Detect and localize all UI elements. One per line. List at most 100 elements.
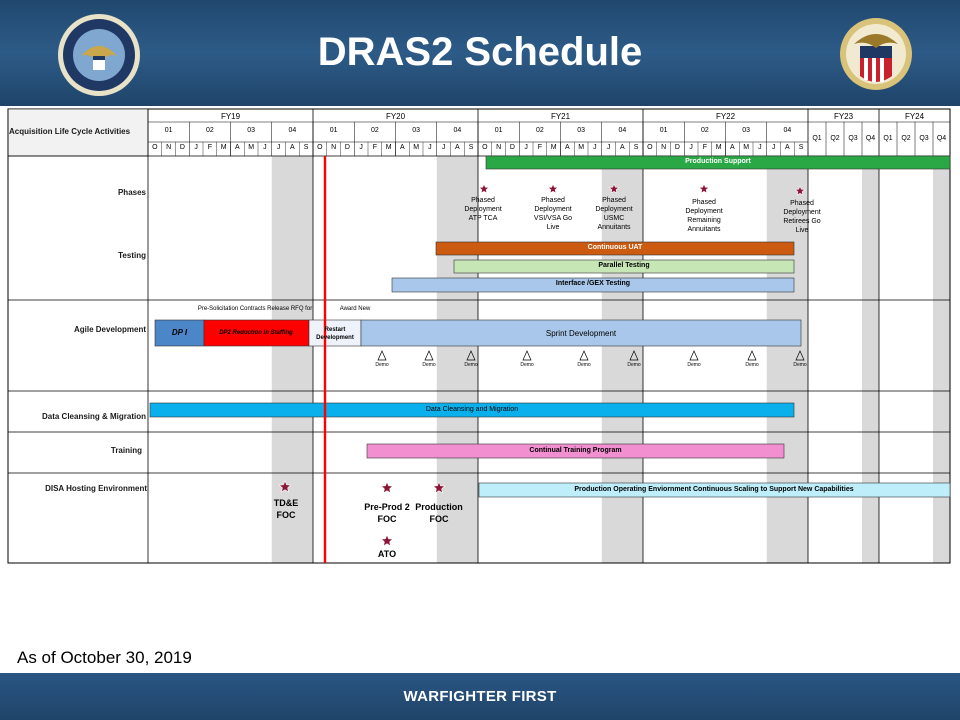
quarter-label: 04	[618, 127, 627, 134]
month-label: F	[537, 144, 543, 151]
month-label: J	[593, 144, 597, 151]
quarter-label: 03	[577, 127, 586, 134]
month-label: J	[689, 144, 693, 151]
milestone-ato: ATO	[377, 549, 397, 559]
row-label-data: Data Cleansing & Migration	[41, 412, 146, 421]
month-label: M	[248, 144, 255, 151]
quarter-label: 04	[783, 127, 792, 134]
month-label: D	[179, 144, 185, 151]
footer-tagline: WARFIGHTER FIRST	[403, 688, 557, 705]
demo-label: Demo	[627, 362, 641, 368]
month-label: A	[730, 144, 735, 151]
bar-label-parallel-testing: Parallel Testing	[598, 262, 650, 269]
quarter-label: 02	[205, 127, 214, 134]
quarter-label: 01	[494, 127, 503, 134]
month-label: M	[578, 144, 585, 151]
month-label: O	[647, 144, 653, 151]
quarter-summary-label: Q2	[901, 135, 911, 142]
bar-label-training: Continual Training Program	[529, 447, 622, 454]
quarter-label: 03	[742, 127, 751, 134]
quarter-summary-label: Q3	[848, 135, 858, 142]
demo-triangle-icon	[579, 350, 589, 361]
month-label: J	[263, 144, 267, 151]
month-label: O	[152, 144, 158, 151]
month-label: D	[674, 144, 680, 151]
quarter-summary-label: Q1	[883, 135, 893, 142]
row-label-phases: Phases	[117, 188, 146, 197]
quarter-label: 01	[329, 127, 338, 134]
fiscal-year-label: FY22	[715, 112, 736, 121]
milestone-production-foc: Production FOC	[415, 502, 463, 524]
quarter-label: 01	[659, 127, 668, 134]
fiscal-year-label: FY20	[385, 112, 406, 121]
month-label: J	[276, 144, 281, 151]
agile-award-note: Award New	[339, 306, 371, 312]
demo-triangle-icon	[522, 350, 532, 361]
quarter-summary-label: Q4	[936, 135, 947, 142]
fiscal-year-label: FY24	[904, 112, 925, 121]
bar-label-production-env: Production Operating Enviornment Continu…	[574, 486, 854, 493]
month-label: J	[428, 144, 432, 151]
month-label: S	[468, 144, 474, 151]
demo-label: Demo	[464, 362, 478, 368]
quarter-label: 02	[535, 127, 544, 134]
milestone-tde-foc: TD&E FOC	[273, 498, 299, 520]
month-label: A	[785, 144, 790, 151]
as-of-date: As of October 30, 2019	[17, 648, 192, 667]
month-label: M	[743, 144, 750, 151]
milestone-preprod-foc: Pre-Prod 2 FOC	[364, 502, 410, 524]
phase-star-icon	[478, 183, 490, 194]
month-label: A	[620, 144, 625, 151]
month-label: F	[372, 144, 378, 151]
phase-note-usmc: Phased Deployment USMC Annuitants	[595, 197, 633, 231]
row-label-agile: Agile Development	[73, 325, 146, 334]
demo-label: Demo	[793, 362, 807, 368]
phase-star-icon	[547, 183, 559, 194]
quarter-label: 02	[370, 127, 379, 134]
quarter-summary-label: Q2	[830, 135, 840, 142]
month-label: A	[455, 144, 460, 151]
month-label: J	[758, 144, 762, 151]
bar-label-sprint: Sprint Development	[545, 329, 617, 338]
bar-label-interface-testing: Interface /GEX Testing	[555, 280, 631, 287]
bar-label-restart: Restart Development	[316, 327, 354, 341]
corner-label: Acquisition Life Cycle Activities	[9, 127, 131, 136]
month-label: F	[702, 144, 708, 151]
quarter-label: 04	[453, 127, 462, 134]
month-label: O	[317, 144, 323, 151]
month-label: O	[482, 144, 488, 151]
month-label: D	[344, 144, 350, 151]
demo-triangle-icon	[377, 350, 387, 361]
quarter-summary-label: Q4	[865, 135, 876, 142]
q4-shade	[862, 156, 879, 563]
phase-note-remaining: Phased Deployment Remaining Annuitants	[685, 199, 723, 233]
month-label: D	[509, 144, 515, 151]
demo-label: Demo	[520, 362, 534, 368]
demo-triangle-icon	[424, 350, 434, 361]
month-label: M	[385, 144, 392, 151]
demo-triangle-icon	[689, 350, 699, 361]
demo-label: Demo	[577, 362, 591, 368]
fiscal-year-label: FY19	[220, 112, 241, 121]
month-label: J	[524, 144, 528, 151]
month-label: M	[550, 144, 557, 151]
footer-banner: WARFIGHTER FIRST	[0, 673, 960, 720]
month-label: A	[235, 144, 240, 151]
month-label: A	[400, 144, 405, 151]
demo-triangle-icon	[747, 350, 757, 361]
fiscal-year-label: FY21	[550, 112, 571, 121]
phase-note-retirees: Phased Deployment Retirees Go Live	[783, 200, 821, 234]
month-label: N	[661, 144, 667, 151]
q4-shade	[933, 156, 950, 563]
month-label: F	[207, 144, 213, 151]
month-label: N	[331, 144, 337, 151]
demo-label: Demo	[745, 362, 759, 368]
phase-note-atp: Phased Deployment ATP TCA	[464, 197, 502, 222]
bar-label-dpi: DP I	[171, 328, 188, 337]
month-label: J	[771, 144, 776, 151]
month-label: S	[798, 144, 804, 151]
month-label: J	[194, 144, 198, 151]
bar-label-continuous-uat: Continuous UAT	[587, 244, 643, 251]
row-label-testing: Testing	[118, 251, 146, 260]
month-label: M	[413, 144, 420, 151]
